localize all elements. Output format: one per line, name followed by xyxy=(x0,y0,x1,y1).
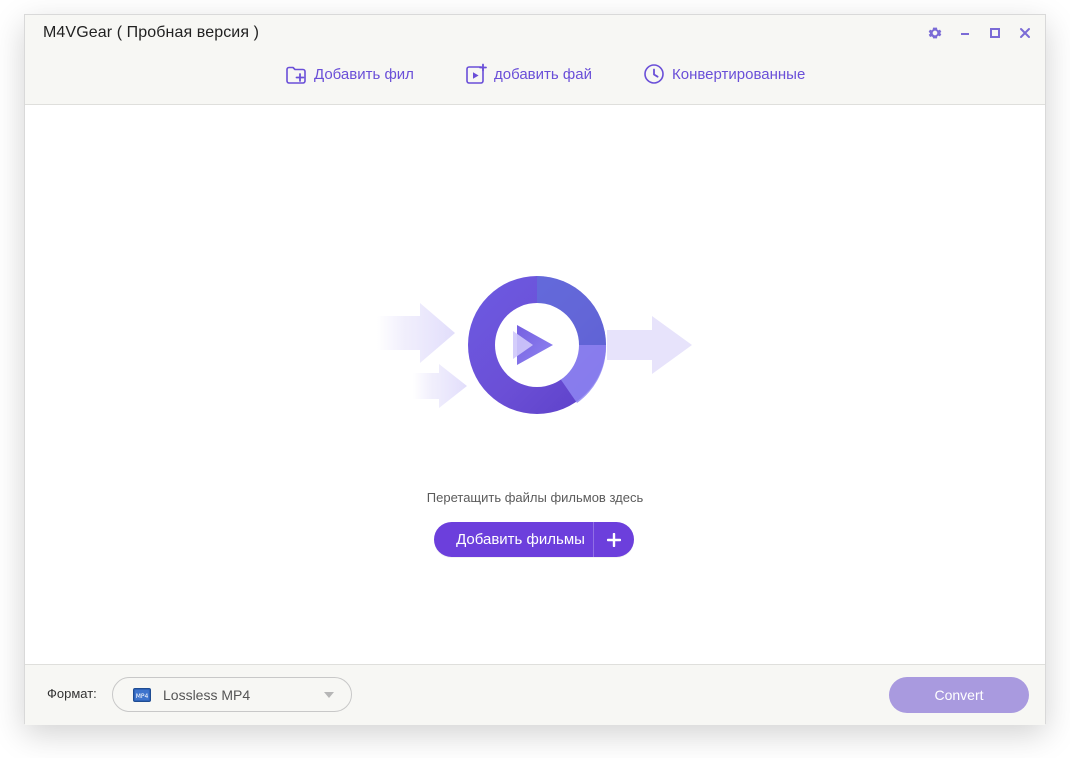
convert-button[interactable]: Convert xyxy=(889,677,1029,713)
format-label: Формат: xyxy=(47,686,97,701)
plus-icon[interactable] xyxy=(594,522,634,557)
add-video-icon xyxy=(464,62,488,86)
toolbar-add-file-label: добавить фай xyxy=(494,65,592,83)
maximize-icon[interactable] xyxy=(987,25,1003,41)
format-value: Lossless MP4 xyxy=(163,686,251,703)
play-disc xyxy=(468,276,607,414)
window-controls xyxy=(927,25,1033,41)
bottom-bar: Формат: MP4 Lossless MP4 Convert xyxy=(25,664,1045,725)
toolbar: Добавить фил добавить фай Конвертированн… xyxy=(25,61,1045,91)
hero-illustration xyxy=(377,276,692,414)
toolbar-converted-label: Конвертированные xyxy=(672,65,806,83)
minimize-icon[interactable] xyxy=(957,25,973,41)
add-movies-button[interactable]: Добавить фильмы xyxy=(434,522,634,557)
toolbar-add-folder-label: Добавить фил xyxy=(314,65,414,83)
format-select[interactable]: MP4 Lossless MP4 xyxy=(112,677,352,712)
window-title: M4VGear ( Пробная версия ) xyxy=(43,24,260,41)
toolbar-converted[interactable]: Конвертированные xyxy=(642,61,805,87)
clock-icon xyxy=(642,62,666,86)
mp4-file-icon: MP4 xyxy=(133,687,151,702)
mp4-icon-text: MP4 xyxy=(136,693,149,700)
chevron-down-icon[interactable] xyxy=(323,691,335,699)
left-arrows xyxy=(377,303,467,408)
toolbar-add-folder[interactable]: Добавить фил xyxy=(284,61,414,87)
drop-zone[interactable]: Перетащить файлы фильмов здесь Добавить … xyxy=(25,105,1045,664)
add-folder-icon xyxy=(284,62,308,86)
gear-icon[interactable] xyxy=(927,25,943,41)
toolbar-add-file[interactable]: добавить фай xyxy=(464,61,592,87)
right-arrow xyxy=(607,316,692,374)
close-icon[interactable] xyxy=(1017,25,1033,41)
drop-hint-text: Перетащить файлы фильмов здесь xyxy=(426,490,644,505)
add-movies-button-label: Добавить фильмы xyxy=(456,531,585,548)
app-window: M4VGear ( Пробная версия ) Добавить фил … xyxy=(24,14,1046,725)
top-bar: M4VGear ( Пробная версия ) Добавить фил … xyxy=(25,15,1045,105)
